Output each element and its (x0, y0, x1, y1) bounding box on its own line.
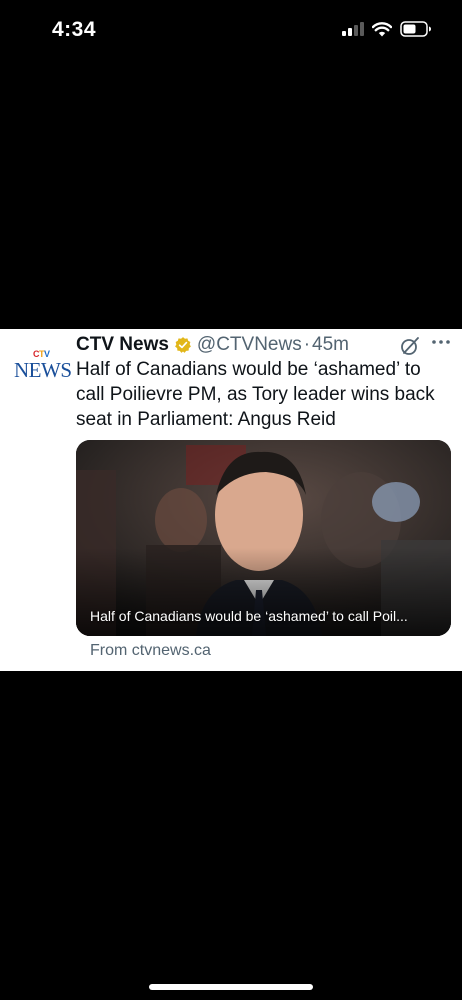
status-bar: 4:34 (0, 0, 462, 60)
link-preview-title: Half of Canadians would be ‘ashamed’ to … (90, 608, 408, 624)
wifi-icon (372, 21, 392, 36)
article-photo (76, 440, 451, 636)
home-indicator[interactable] (149, 984, 313, 990)
verified-badge-icon (175, 337, 191, 353)
more-options-icon[interactable] (431, 333, 451, 349)
tweet-timestamp[interactable]: 45m (312, 334, 349, 356)
grok-icon[interactable] (399, 335, 421, 357)
avatar-logo-news: NEWS (14, 358, 72, 382)
ctv-news-avatar[interactable]: CTV NEWS (12, 349, 72, 382)
author-name[interactable]: CTV News (76, 334, 169, 356)
status-icons (342, 21, 432, 37)
link-preview-card[interactable]: Half of Canadians would be ‘ashamed’ to … (76, 440, 451, 636)
cellular-signal-icon (342, 22, 364, 36)
author-handle[interactable]: @CTVNews (197, 334, 302, 356)
source-domain-link[interactable]: From ctvnews.ca (90, 642, 211, 660)
battery-icon (400, 21, 431, 37)
tweet-header: CTV News @CTVNews · 45m (76, 333, 349, 357)
header-separator: · (303, 334, 311, 355)
status-time: 4:34 (52, 18, 97, 41)
tweet-card[interactable]: CTV NEWS CTV News @CTVNews · 45m Half of… (0, 329, 462, 671)
phone-screen: 4:34 CTV NEWS CTV News @CTVNews · 45m Ha… (0, 0, 462, 1000)
tweet-text: Half of Canadians would be ‘ashamed’ to … (76, 359, 435, 430)
